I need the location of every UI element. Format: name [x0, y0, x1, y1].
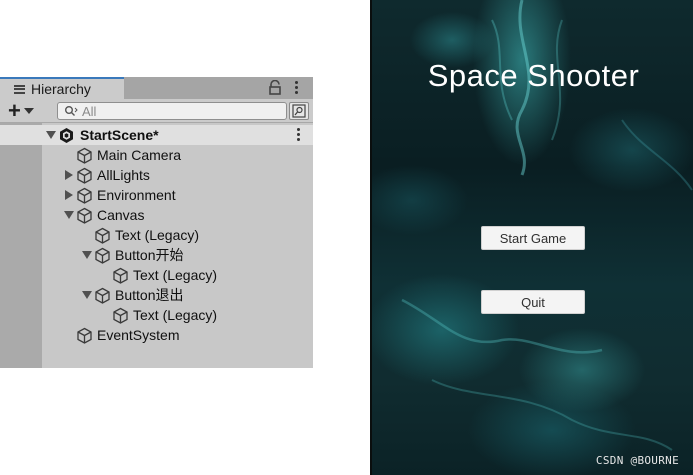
hierarchy-list-icon [14, 84, 25, 94]
kebab-menu-icon[interactable] [295, 81, 299, 95]
hierarchy-item-label: Environment [97, 187, 176, 203]
quit-button[interactable]: Quit [481, 290, 585, 314]
expander-arrow[interactable] [80, 285, 94, 305]
scene-name: StartScene* [80, 127, 159, 143]
search-input[interactable] [82, 103, 272, 119]
unity-logo-icon [60, 127, 73, 143]
hierarchy-item[interactable]: AllLights [0, 165, 313, 185]
scene-row[interactable]: StartScene* [0, 125, 313, 145]
expander-arrow [62, 325, 76, 345]
hierarchy-item[interactable]: Canvas [0, 205, 313, 225]
gameobject-cube-icon [95, 227, 110, 244]
start-game-button[interactable]: Start Game [481, 226, 585, 250]
gameobject-cube-icon [77, 327, 92, 344]
scene-search-icon [292, 104, 306, 118]
hierarchy-item[interactable]: EventSystem [0, 325, 313, 345]
gameobject-cube-icon [113, 267, 128, 284]
hierarchy-panel: Hierarchy + All StartScene* Main Camera … [0, 77, 313, 368]
hierarchy-item[interactable]: Main Camera [0, 145, 313, 165]
game-title: Space Shooter [427, 58, 640, 93]
gameobject-cube-icon [77, 147, 92, 164]
hierarchy-item-label: Main Camera [97, 147, 182, 163]
hierarchy-tab[interactable]: Hierarchy [0, 77, 124, 99]
gameobject-cube-icon [77, 187, 92, 204]
gameobject-cube-icon [95, 247, 110, 264]
expander-arrow[interactable] [62, 185, 76, 205]
hierarchy-item[interactable]: Button退出 [0, 285, 313, 305]
hierarchy-item-label: Text (Legacy) [115, 227, 200, 243]
hierarchy-item-label: Canvas [97, 207, 145, 223]
lock-icon[interactable] [268, 80, 282, 96]
hierarchy-item-label: Text (Legacy) [133, 307, 218, 323]
gameobject-cube-icon [77, 207, 92, 224]
expander-arrow [98, 265, 112, 285]
expander-arrow[interactable] [80, 245, 94, 265]
gameobject-cube-icon [113, 307, 128, 324]
search-field[interactable] [57, 102, 287, 120]
hierarchy-item[interactable]: Text (Legacy) [0, 305, 313, 325]
gameobject-cube-icon [95, 287, 110, 304]
expander-arrow [80, 225, 94, 245]
hierarchy-item[interactable]: Environment [0, 185, 313, 205]
add-object-button[interactable]: + [8, 98, 44, 123]
expander-arrow[interactable] [44, 125, 58, 145]
expander-arrow [62, 145, 76, 165]
hierarchy-item-label: Button退出 [115, 287, 184, 303]
hierarchy-item-label: Button开始 [115, 247, 184, 263]
hierarchy-item-label: AllLights [97, 167, 150, 183]
gameobject-cube-icon [77, 167, 92, 184]
hierarchy-toolbar: + [0, 99, 313, 123]
game-view: Space Shooter Start Game Quit CSDN @BOUR… [370, 0, 693, 475]
expander-arrow[interactable] [62, 205, 76, 225]
hierarchy-tree: StartScene* Main Camera AllLights Environm… [0, 125, 313, 345]
hierarchy-tab-title: Hierarchy [31, 81, 91, 97]
hierarchy-item-label: EventSystem [97, 327, 180, 343]
search-icon [65, 106, 78, 116]
plus-icon: + [8, 98, 21, 123]
chevron-down-icon [23, 108, 34, 114]
kebab-menu-icon[interactable] [297, 128, 301, 142]
watermark: CSDN @BOURNE [595, 454, 679, 467]
hierarchy-item[interactable]: Button开始 [0, 245, 313, 265]
scene-search-button[interactable] [289, 102, 309, 120]
hierarchy-item[interactable]: Text (Legacy) [0, 225, 313, 245]
hierarchy-item-label: Text (Legacy) [133, 267, 218, 283]
hierarchy-tabstrip: Hierarchy [0, 77, 313, 99]
hierarchy-item[interactable]: Text (Legacy) [0, 265, 313, 285]
expander-arrow[interactable] [62, 165, 76, 185]
expander-arrow [98, 305, 112, 325]
